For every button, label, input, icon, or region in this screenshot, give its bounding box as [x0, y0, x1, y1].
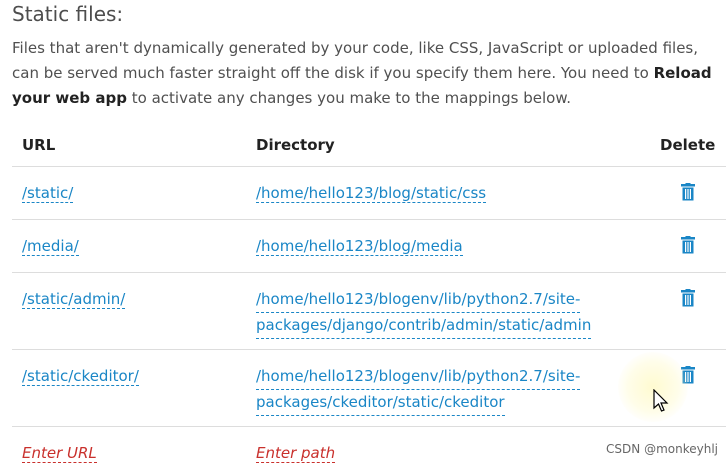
url-edit-link[interactable]: /static/admin/	[22, 290, 125, 309]
url-cell: /static/ckeditor/	[12, 350, 246, 427]
url-edit-link[interactable]: /media/	[22, 237, 79, 256]
directory-cell: /home/hello123/blog/media	[246, 220, 650, 273]
directory-edit-link[interactable]: /home/hello123/blog/static/css	[256, 184, 486, 203]
enter-path-input[interactable]: Enter path	[256, 444, 335, 463]
directory-line-1: /home/hello123/blogenv/lib/python2.7/sit…	[256, 287, 580, 313]
directory-line-1: /home/hello123/blogenv/lib/python2.7/sit…	[256, 364, 580, 390]
delete-column-header: Delete	[650, 124, 726, 167]
delete-cell	[650, 167, 726, 220]
directory-edit-link[interactable]: /home/hello123/blogenv/lib/python2.7/sit…	[256, 364, 580, 416]
trash-icon[interactable]	[680, 183, 696, 201]
url-edit-link[interactable]: /static/ckeditor/	[22, 367, 139, 386]
description-text: Files that aren't dynamically generated …	[12, 39, 698, 82]
url-column-header: URL	[12, 124, 246, 167]
trash-icon[interactable]	[680, 236, 696, 254]
directory-edit-link[interactable]: /home/hello123/blog/media	[256, 237, 463, 256]
table-row: /media/ /home/hello123/blog/media	[12, 220, 726, 273]
table-header-row: URL Directory Delete	[12, 124, 726, 167]
static-files-table: URL Directory Delete /static/ /home/hell…	[12, 124, 726, 476]
delete-cell	[650, 220, 726, 273]
new-path-cell: Enter path	[246, 427, 650, 476]
watermark-text: CSDN @monkeyhlj	[606, 442, 718, 456]
url-edit-link[interactable]: /static/	[22, 184, 73, 203]
table-row: /static/ckeditor/ /home/hello123/blogenv…	[12, 350, 726, 427]
directory-line-2: packages/django/contrib/admin/static/adm…	[256, 313, 591, 339]
url-cell: /static/admin/	[12, 273, 246, 350]
directory-column-header: Directory	[246, 124, 650, 167]
trash-icon[interactable]	[680, 289, 696, 307]
new-url-cell: Enter URL	[12, 427, 246, 476]
section-description: Files that aren't dynamically generated …	[12, 36, 724, 111]
delete-cell	[650, 350, 726, 427]
section-title: Static files:	[12, 2, 123, 26]
trash-icon[interactable]	[680, 366, 696, 384]
directory-cell: /home/hello123/blog/static/css	[246, 167, 650, 220]
directory-cell: /home/hello123/blogenv/lib/python2.7/sit…	[246, 350, 650, 427]
mouse-pointer-icon	[653, 389, 669, 413]
table-row: /static/admin/ /home/hello123/blogenv/li…	[12, 273, 726, 350]
table-row: /static/ /home/hello123/blog/static/css	[12, 167, 726, 220]
directory-line-2: packages/ckeditor/static/ckeditor	[256, 390, 505, 416]
directory-cell: /home/hello123/blogenv/lib/python2.7/sit…	[246, 273, 650, 350]
description-text-end: to activate any changes you make to the …	[132, 89, 571, 107]
delete-cell	[650, 273, 726, 350]
url-cell: /media/	[12, 220, 246, 273]
enter-url-input[interactable]: Enter URL	[22, 444, 97, 463]
directory-edit-link[interactable]: /home/hello123/blogenv/lib/python2.7/sit…	[256, 287, 591, 339]
url-cell: /static/	[12, 167, 246, 220]
